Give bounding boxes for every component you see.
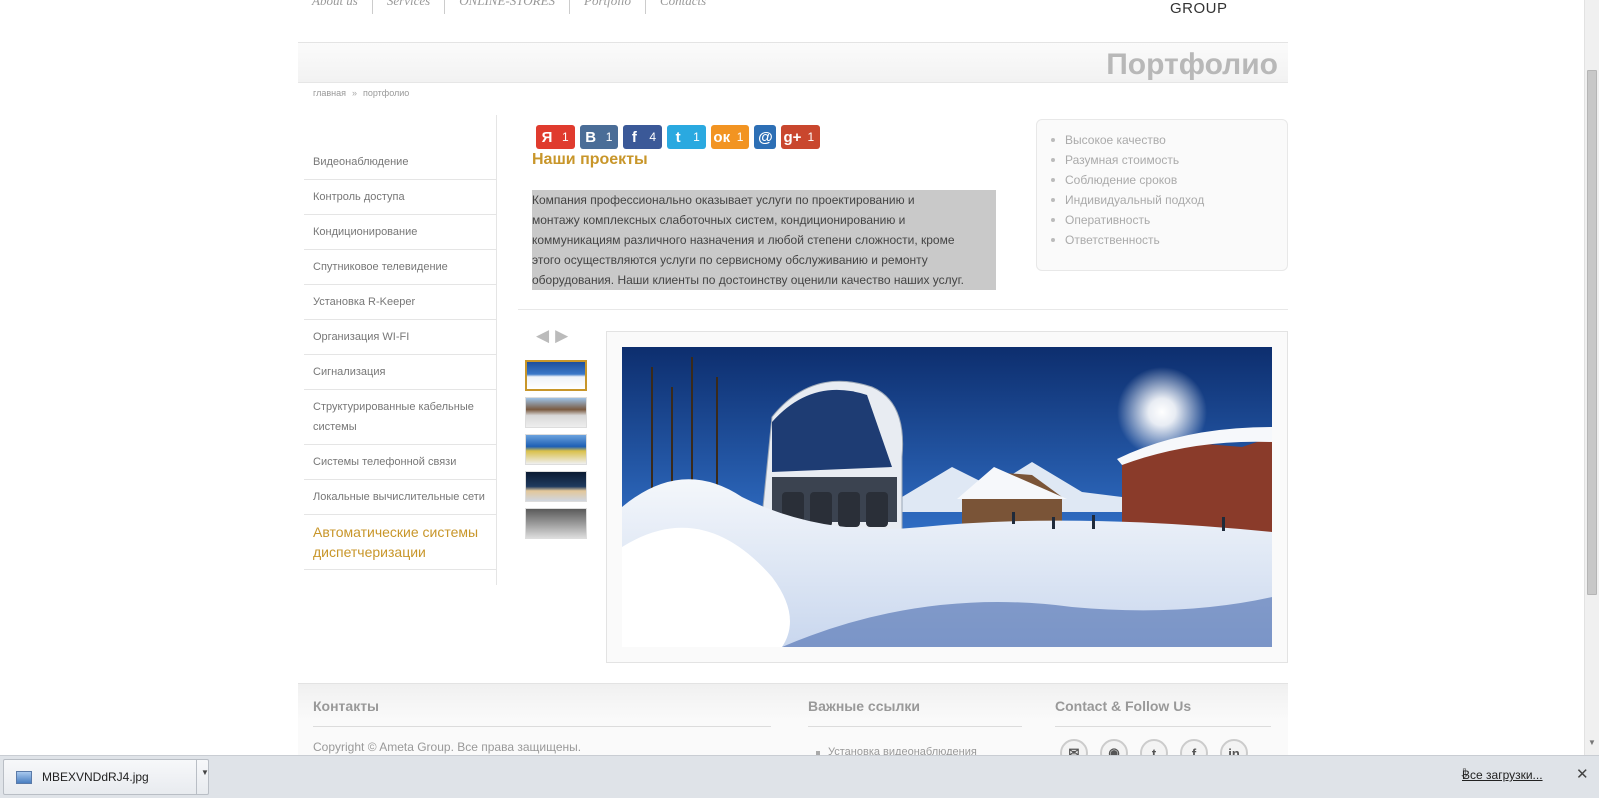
share-button[interactable]: f4	[623, 125, 663, 149]
yandex-icon: Я	[541, 128, 553, 146]
nav-item[interactable]: ONLINE-STORES	[445, 0, 571, 14]
download-item-divider	[196, 760, 197, 794]
sidebar-divider	[496, 115, 497, 585]
all-downloads-link[interactable]: Все загрузки...	[1462, 768, 1543, 782]
feature-item: Высокое качество	[1051, 130, 1287, 150]
sidebar-item[interactable]: Структурированные кабельные системы	[304, 390, 496, 445]
share-count: 1	[605, 130, 613, 144]
share-button[interactable]: t1	[667, 125, 706, 149]
chevron-down-icon[interactable]: ▼	[201, 768, 209, 777]
feature-item: Индивидуальный подход	[1051, 190, 1287, 210]
gallery-thumb[interactable]	[525, 471, 587, 502]
vk-icon: В	[585, 128, 597, 146]
share-button[interactable]: В1	[579, 125, 619, 149]
sidebar-item[interactable]: Локальные вычислительные сети	[304, 480, 496, 515]
sidebar-menu: Видеонаблюдение Контроль доступа Кондицион…	[304, 145, 496, 570]
title-bar: Портфолио	[298, 43, 1288, 83]
nav-item[interactable]: Services	[373, 0, 446, 14]
sidebar-item[interactable]: Автоматические системы диспетчеризации	[304, 515, 496, 570]
breadcrumb-separator: »	[351, 88, 357, 98]
sidebar-item[interactable]: Системы телефонной связи	[304, 445, 496, 480]
breadcrumb-home[interactable]: главная	[313, 88, 346, 98]
feature-item: Ответственность	[1051, 230, 1287, 250]
breadcrumb-current: портфолио	[363, 88, 410, 98]
gallery-next-button[interactable]: ▶	[555, 326, 574, 345]
mailru-icon: @	[758, 128, 773, 146]
gallery-thumb[interactable]	[525, 397, 587, 428]
gallery-arrows: ◀▶	[536, 326, 574, 346]
download-bar: MBEXVNDdRJ4.jpg ▼ ⇩ Все загрузки... ✕	[0, 755, 1599, 798]
page-title: Портфолио	[1106, 48, 1278, 81]
scrollbar-thumb[interactable]	[1587, 70, 1597, 595]
googleplus-icon: g+	[783, 128, 802, 146]
features-list: Высокое качество Разумная стоимость Соблюд…	[1051, 130, 1287, 250]
social-share-bar: Я 1 В 1 f 4 t 1 ок 1 @ g+ 1	[536, 125, 821, 149]
footer-divider	[313, 726, 771, 727]
download-filename: MBEXVNDdRJ4.jpg	[42, 770, 149, 784]
feature-item: Соблюдение сроков	[1051, 170, 1287, 190]
gallery-thumb[interactable]	[525, 508, 587, 539]
share-button[interactable]: @	[754, 125, 777, 149]
section-title: Наши проекты	[532, 151, 648, 168]
page: About us Services ONLINE-STORES Portfolio Co…	[0, 0, 1599, 798]
footer-divider	[1055, 726, 1271, 727]
sidebar-item[interactable]: Видеонаблюдение	[304, 145, 496, 180]
intro-line: монтажу комплексных слаботочных систем, …	[532, 213, 906, 227]
sidebar-item[interactable]: Организация WI-FI	[304, 320, 496, 355]
share-count: 1	[807, 130, 815, 144]
top-nav: About us Services ONLINE-STORES Portfolio Co…	[298, 0, 720, 14]
footer-copyright: Copyright © Ameta Group. Все права защищ…	[313, 740, 582, 754]
gallery-thumb[interactable]	[525, 360, 587, 391]
share-button[interactable]: ок 1	[710, 125, 750, 149]
content-divider	[518, 309, 1288, 310]
facebook-icon: f	[631, 128, 637, 146]
sidebar-item[interactable]: Спутниковое телевидение	[304, 250, 496, 285]
share-count: 1	[736, 130, 744, 144]
footer-follow-title: Contact & Follow Us	[1055, 698, 1192, 714]
gallery-thumbnails	[525, 360, 589, 545]
intro-line: оборудования. Наши клиенты по достоинств…	[532, 273, 964, 287]
share-count: 4	[649, 130, 657, 144]
features-box: Высокое качество Разумная стоимость Соблюд…	[1036, 119, 1288, 271]
scroll-down-icon[interactable]: ▼	[1588, 738, 1596, 747]
image-file-icon	[16, 771, 32, 784]
logo[interactable]: GROUP	[1168, 0, 1252, 18]
share-button[interactable]: g+ 1	[781, 125, 821, 149]
page-scrollbar[interactable]: ▼	[1584, 0, 1599, 755]
nav-item[interactable]: Contacts	[646, 0, 720, 14]
intro-text: Компания профессионально оказывает услуг…	[532, 190, 996, 290]
footer-contacts-title: Контакты	[313, 698, 380, 714]
nav-item[interactable]: About us	[298, 0, 373, 14]
breadcrumb: главная » портфолио	[313, 88, 409, 98]
feature-item: Оперативность	[1051, 210, 1287, 230]
intro-line: Компания профессионально оказывает услуг…	[532, 193, 915, 207]
twitter-icon: t	[675, 128, 681, 146]
gallery-main-photo[interactable]	[622, 347, 1272, 647]
intro-line: коммуникациям различного назначения и лю…	[532, 233, 955, 247]
intro-line: этого осуществляются услуги по сервисном…	[532, 253, 928, 267]
ski-resort-photo	[622, 347, 1272, 647]
sidebar-item[interactable]: Контроль доступа	[304, 180, 496, 215]
share-button[interactable]: Я1	[536, 125, 575, 149]
feature-item: Разумная стоимость	[1051, 150, 1287, 170]
share-count: 1	[693, 130, 700, 144]
odnoklassniki-icon: ок	[713, 128, 731, 146]
gallery-prev-button[interactable]: ◀	[536, 326, 555, 345]
nav-item[interactable]: Portfolio	[570, 0, 646, 14]
sidebar-item[interactable]: Кондиционирование	[304, 215, 496, 250]
sidebar-item[interactable]: Установка R-Keeper	[304, 285, 496, 320]
close-icon[interactable]: ✕	[1576, 765, 1589, 783]
sidebar-item[interactable]: Сигнализация	[304, 355, 496, 390]
gallery-thumb[interactable]	[525, 434, 587, 465]
logo-text: GROUP	[1170, 0, 1228, 17]
download-item[interactable]: MBEXVNDdRJ4.jpg ▼	[3, 759, 209, 795]
share-count: 1	[562, 130, 569, 144]
